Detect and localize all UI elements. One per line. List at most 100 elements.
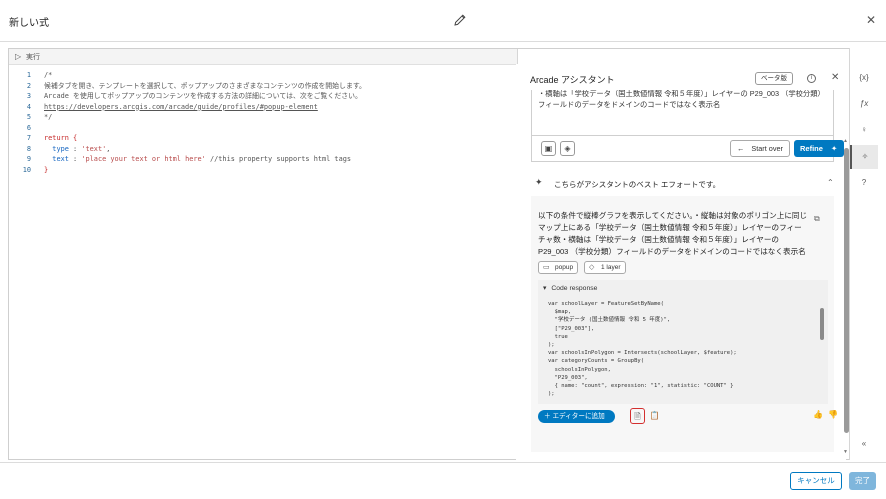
- code-response-line: var schoolsInPolygon = Intersects(school…: [548, 350, 737, 357]
- code-response-label: Code response: [551, 285, 598, 292]
- code-token: }: [44, 165, 49, 174]
- code-editor[interactable]: 1 /* 2 候補タブを開き、テンプレートを選択して、ポップアップのさまざまなコンテン…: [9, 66, 517, 459]
- run-button[interactable]: 実行: [26, 52, 40, 62]
- code-response-line: );: [548, 391, 555, 398]
- code-response-line: "P29_003",: [548, 374, 588, 381]
- code-text: */: [44, 112, 52, 123]
- prompt-text: ・横軸は「学校データ（国土数値情報 令和５年度）」レイヤーの P29_003 （…: [538, 90, 825, 109]
- code-token: Arcade を使用してポップアップのコンテンツを作成する方法の詳細については、…: [44, 92, 362, 100]
- code-response-line: { name: "count", expression: "1", statis…: [548, 383, 734, 390]
- window-header: 新しい式 ✕: [0, 0, 886, 42]
- close-assistant-icon[interactable]: ✕: [831, 72, 839, 83]
- refine-label: Refine: [800, 144, 823, 153]
- play-icon[interactable]: ▷: [15, 52, 21, 61]
- code-scrollbar[interactable]: [820, 296, 824, 400]
- insert-file-icon[interactable]: 🗎: [630, 408, 645, 424]
- add-to-editor-label: エディターに追加: [552, 413, 605, 420]
- start-over-button[interactable]: ← Start over: [730, 140, 790, 157]
- collapse-icon[interactable]: «: [850, 432, 878, 456]
- suggestions-bulb-icon[interactable]: ♀: [850, 118, 878, 142]
- help-icon[interactable]: ?: [850, 171, 878, 195]
- code-line[interactable]: 4 https://developers.arcgis.com/arcade/gu…: [9, 102, 509, 113]
- start-over-label: Start over: [751, 144, 783, 153]
- line-number: 3: [26, 92, 31, 100]
- line-number: 5: [26, 113, 31, 121]
- popup-icon: ▭: [543, 264, 550, 271]
- layers-icon[interactable]: ◈: [560, 141, 575, 156]
- code-line[interactable]: 9 text : 'place your text or html here' …: [9, 154, 509, 165]
- dialog-footer: キャンセル 完了: [0, 462, 886, 499]
- code-token: /*: [44, 71, 53, 79]
- done-button[interactable]: 完了: [849, 472, 876, 490]
- plus-icon: ＋: [544, 413, 551, 420]
- chevron-up-icon[interactable]: ⌃: [827, 178, 834, 187]
- line-number: 10: [22, 165, 31, 174]
- clipboard-icon[interactable]: 📋: [647, 408, 662, 424]
- assistant-title: Arcade アシスタント: [530, 75, 615, 85]
- code-token: :: [68, 155, 82, 163]
- side-rail: {x} ƒx ♀ ✧ ? «: [849, 48, 878, 460]
- functions-icon[interactable]: ƒx: [850, 92, 878, 116]
- code-text: }: [44, 165, 48, 176]
- caret-down-icon: ▾: [543, 285, 547, 292]
- code-line[interactable]: 6: [9, 123, 509, 134]
- best-effort-label: こちらがアシスタントのベスト エフォートです。: [554, 180, 721, 189]
- sparkle-icon: ✦: [535, 177, 543, 187]
- code-response-line: var categoryCounts = GroupBy(: [548, 358, 645, 365]
- beta-badge: ベータ版: [755, 72, 793, 85]
- code-line[interactable]: 3 Arcade を使用してポップアップのコンテンツを作成する方法の詳細については…: [9, 91, 509, 102]
- code-line[interactable]: 1 /*: [9, 70, 509, 81]
- code-response-line: "学校データ (国土数値情報 令和 5 年度)",: [548, 317, 671, 324]
- response-header[interactable]: ✦ こちらがアシスタントのベスト エフォートです。 ⌃: [516, 172, 846, 196]
- code-response-block: ▾ Code response var schoolLayer = Featur…: [538, 280, 828, 404]
- scroll-down-icon[interactable]: ▼: [843, 449, 848, 455]
- code-text: return {: [44, 133, 77, 144]
- thumbs-up-icon[interactable]: 👍: [813, 410, 823, 419]
- scroll-up-icon[interactable]: ▲: [843, 138, 848, 144]
- code-token: type: [44, 144, 69, 153]
- code-token: :: [68, 144, 82, 153]
- code-token: return {: [44, 134, 78, 142]
- code-response-line: );: [548, 342, 555, 349]
- edit-title-pencil-icon[interactable]: [452, 12, 468, 28]
- line-number: 2: [26, 81, 31, 90]
- prompt-toolbar: ▣ ◈ ← Start over Refine ✦: [531, 136, 844, 162]
- code-line[interactable]: 8 type : 'text',: [9, 144, 509, 155]
- code-text: 候補タブを開き、テンプレートを選択して、ポップアップのさまざまなコンテンツの作成…: [44, 81, 366, 92]
- code-text: text : 'place your text or html here' //…: [44, 154, 351, 165]
- refine-button[interactable]: Refine ✦: [794, 140, 844, 157]
- code-line[interactable]: 7 return {: [9, 133, 509, 144]
- code-token: 候補タブを開き、テンプレートを選択して、ポップアップのさまざまなコンテンツの作成…: [44, 81, 366, 90]
- assistant-sparkle-icon[interactable]: ✧: [850, 145, 878, 169]
- add-to-editor-button[interactable]: ＋ エディターに追加: [538, 410, 615, 423]
- code-line[interactable]: 10}: [9, 165, 509, 176]
- sparkle-icon: ✦: [831, 144, 838, 153]
- code-line[interactable]: 5 */: [9, 112, 509, 123]
- code-token: */: [44, 113, 53, 121]
- code-response-line: true: [548, 333, 568, 340]
- line-number: 7: [26, 134, 31, 142]
- code-token: 'place your text or html here': [81, 155, 206, 163]
- line-number: 8: [26, 144, 31, 153]
- image-icon[interactable]: ▣: [541, 141, 556, 156]
- assistant-header: Arcade アシスタント ベータ版 i ✕: [516, 64, 846, 90]
- variables-icon[interactable]: {x}: [850, 66, 878, 90]
- code-text: Arcade を使用してポップアップのコンテンツを作成する方法の詳細については、…: [44, 91, 362, 102]
- info-icon[interactable]: i: [807, 74, 816, 83]
- line-number: 4: [26, 102, 31, 111]
- layer-icon: ◇: [589, 264, 595, 271]
- code-token: ,: [106, 144, 111, 153]
- thumbs-down-icon[interactable]: 👎: [828, 410, 838, 419]
- window-title: 新しい式: [9, 18, 49, 29]
- copy-icon[interactable]: ⧉: [814, 214, 820, 224]
- code-text: type : 'text',: [44, 144, 110, 155]
- code-response-toggle[interactable]: ▾ Code response: [543, 284, 597, 292]
- prompt-textarea[interactable]: ・横軸は「学校データ（国土数値情報 令和５年度）」レイヤーの P29_003 （…: [531, 90, 834, 136]
- code-scrollbar-thumb[interactable]: [820, 308, 824, 340]
- code-token: https://developers.arcgis.com/arcade/gui…: [44, 102, 318, 111]
- code-line[interactable]: 2 候補タブを開き、テンプレートを選択して、ポップアップのさまざまなコンテンツの作…: [9, 81, 509, 92]
- assistant-response: 以下の条件で縦棒グラフを表示してください。・縦軸は対象のポリゴン上に同じマップ上…: [531, 196, 838, 452]
- cancel-button[interactable]: キャンセル: [790, 472, 842, 490]
- code-response-line: schoolsInPolygon,: [548, 366, 611, 373]
- close-icon[interactable]: ✕: [866, 14, 876, 26]
